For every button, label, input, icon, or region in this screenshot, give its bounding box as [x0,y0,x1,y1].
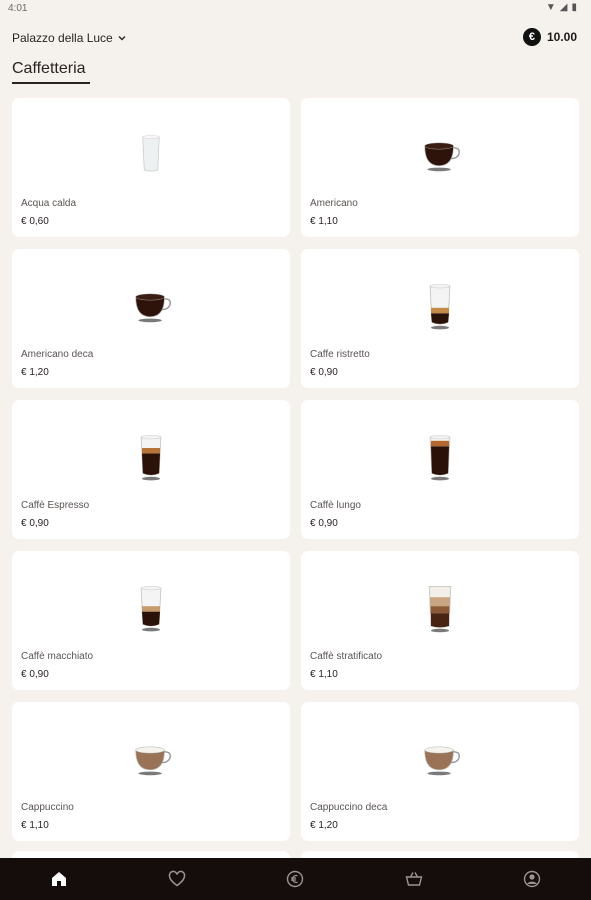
product-name: Caffè macchiato [21,651,94,662]
home-icon [52,872,67,886]
glass-macchiato-icon [12,573,290,643]
cup-cappuccino-icon [12,724,290,794]
euro-coin-icon: € [522,28,541,46]
product-price: € 1,10 [310,216,338,227]
product-name: Caffè Espresso [21,500,90,511]
product-card[interactable]: Caffe ristretto € 0,90 [301,249,579,388]
glass-ristretto-icon [301,271,579,341]
glass-lungo-icon [301,422,579,492]
status-bar: 4:01 ▼ ◢ ▮ [0,0,591,18]
nav-account[interactable] [512,861,552,897]
product-price: € 1,10 [21,820,49,831]
nav-home[interactable] [39,861,79,897]
euro-icon [287,870,304,888]
product-price: € 1,20 [310,820,338,831]
product-card[interactable]: Americano deca € 1,20 [12,249,290,388]
balance-amount: 10.00 [546,30,577,44]
product-card[interactable]: Americano € 1,10 [301,98,579,237]
product-price: € 0,90 [21,669,49,680]
location-label: Palazzo della Luce [12,31,113,45]
wifi-icon: ▼ [545,2,556,13]
product-price: € 1,10 [310,669,338,680]
account-icon [523,870,541,888]
glass-espresso-icon [12,422,290,492]
section-underline [12,82,90,84]
location-selector[interactable]: Palazzo della Luce [12,31,127,45]
nav-wallet[interactable] [275,861,315,897]
battery-icon: ▮ [571,2,577,13]
glass-stratificato-icon [301,573,579,643]
product-card[interactable]: Caffè stratificato € 1,10 [301,551,579,690]
cup-americano-icon [301,120,579,190]
cup-americano-deca-icon [12,271,290,341]
product-price: € 0,90 [21,518,49,529]
product-name: Americano [310,198,358,209]
top-bar: Palazzo della Luce € 10.00 [0,26,591,52]
product-price: € 0,60 [21,216,49,227]
product-card[interactable]: Caffè Espresso € 0,90 [12,400,290,539]
section-title: Caffetteria [12,60,86,77]
product-price: € 0,90 [310,367,338,378]
product-name: Caffè lungo [310,500,361,511]
status-time: 4:01 [8,3,28,14]
product-grid: Acqua calda € 0,60 Americano € 1,10 Americ… [12,98,579,841]
product-name: Acqua calda [21,198,77,209]
status-icons: ▼ ◢ ▮ [546,3,577,13]
product-name: Caffe ristretto [310,349,370,360]
chevron-down-icon [118,36,126,41]
product-price: € 0,90 [310,518,338,529]
cup-cappuccino-deca-icon [301,724,579,794]
basket-icon [405,872,423,886]
bottom-nav [0,858,591,900]
product-name: Americano deca [21,349,94,360]
heart-icon [169,870,186,887]
product-card[interactable]: Cappuccino € 1,10 [12,702,290,841]
nav-basket[interactable] [394,861,434,897]
nav-favorites[interactable] [157,861,197,897]
product-card[interactable]: Caffè lungo € 0,90 [301,400,579,539]
glass-water-icon [12,120,290,190]
product-name: Caffè stratificato [310,651,383,662]
signal-icon: ◢ [559,2,568,13]
product-name: Cappuccino [21,802,74,813]
product-name: Cappuccino deca [310,802,388,813]
product-price: € 1,20 [21,367,49,378]
wallet-balance[interactable]: € 10.00 [522,28,577,46]
product-card[interactable]: Caffè macchiato € 0,90 [12,551,290,690]
product-card[interactable]: Cappuccino deca € 1,20 [301,702,579,841]
product-card[interactable]: Acqua calda € 0,60 [12,98,290,237]
